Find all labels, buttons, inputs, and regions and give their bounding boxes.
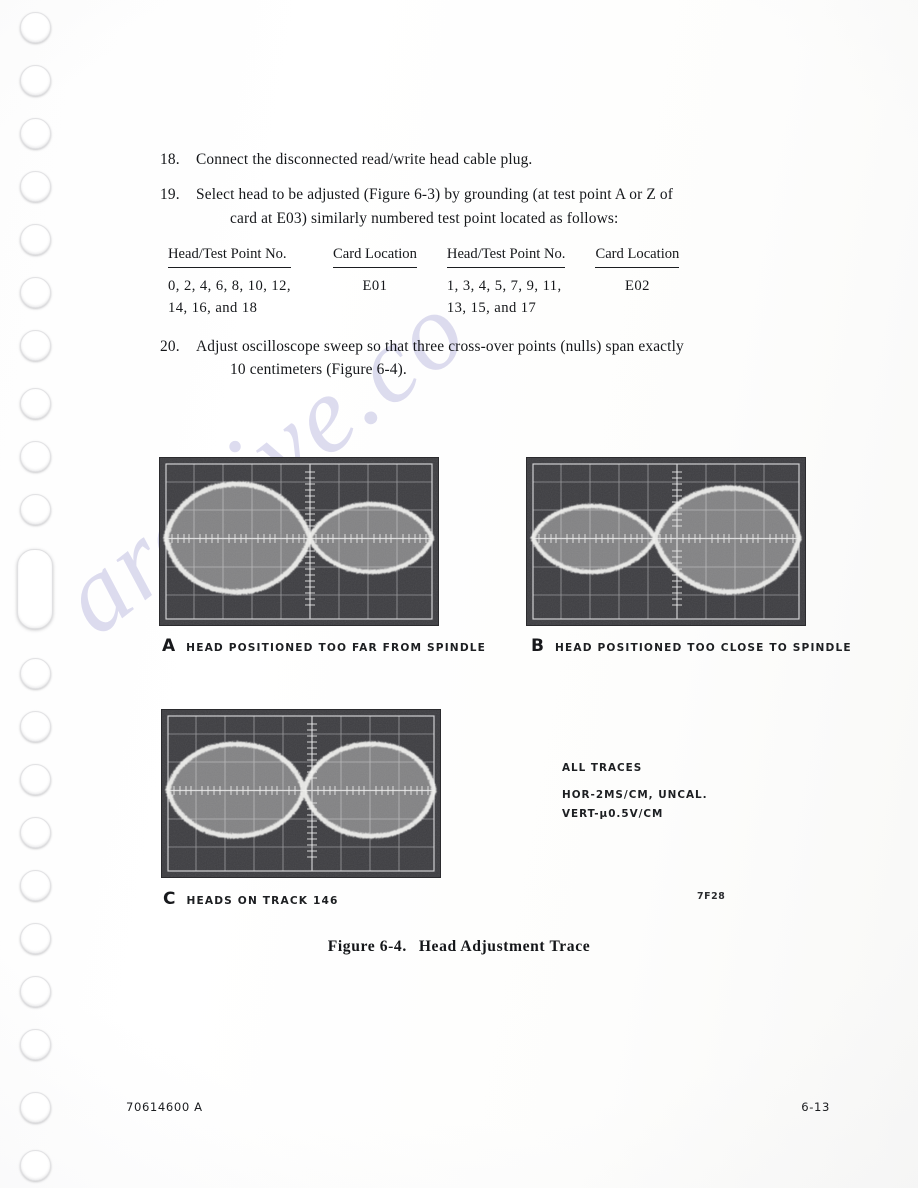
punch-hole	[20, 171, 51, 202]
caption-letter-b: B	[531, 636, 544, 656]
punch-hole	[20, 1150, 51, 1181]
punch-hole	[20, 441, 51, 472]
punch-hole	[20, 870, 51, 901]
settings-vertical: VERT-μ0.5V/CM	[562, 807, 664, 820]
cell-card-location-2: E02	[624, 278, 650, 295]
punch-slot	[17, 549, 53, 629]
scope-trace-b-svg	[527, 458, 805, 625]
cell-line: 1, 3, 4, 5, 7, 9, 11,	[446, 278, 562, 295]
column-header-card-location-1: Card Location	[333, 244, 417, 273]
column-spacer	[291, 244, 333, 273]
step-number: 19.	[160, 186, 180, 204]
caption-c: C HEADS ON TRACK 146	[163, 889, 339, 909]
step-number: 18.	[160, 151, 180, 168]
column-header-head-test-point-2: Head/Test Point No.	[446, 244, 566, 273]
step-text: Connect the disconnected read/write head…	[196, 148, 820, 171]
cell-spacer	[417, 273, 447, 318]
cell-line: 14, 16, and 18	[168, 299, 258, 316]
step-line: Select head to be adjusted (Figure 6-3) …	[196, 186, 674, 204]
punch-hole	[20, 494, 51, 525]
figure-title: Figure 6-4. Head Adjustment Trace	[0, 938, 918, 956]
figure-title-number: Figure 6-4.	[327, 938, 407, 955]
column-header-label: Card Location	[333, 244, 417, 269]
step-text: Select head to be adjusted (Figure 6-3) …	[196, 183, 820, 230]
table: Head/Test Point No. Card Location Head/T…	[168, 244, 680, 318]
oscilloscope-screen-c	[162, 710, 440, 877]
punch-hole	[20, 976, 51, 1007]
step-20: 20. Adjust oscilloscope sweep so that th…	[160, 335, 820, 382]
cell-line: 0, 2, 4, 6, 8, 10, 12,	[168, 278, 292, 295]
punch-hole	[20, 388, 51, 419]
oscilloscope-screen-b	[527, 458, 805, 625]
cell-spacer	[565, 273, 595, 318]
punch-hole	[20, 12, 51, 43]
caption-letter-a: A	[162, 636, 176, 656]
caption-letter-c: C	[163, 889, 176, 909]
table-header-row: Head/Test Point No. Card Location Head/T…	[168, 244, 680, 273]
caption-b: B HEAD POSITIONED TOO CLOSE TO SPINDLE	[531, 636, 852, 656]
scope-photo-b	[527, 458, 805, 625]
step-text: Adjust oscilloscope sweep so that three …	[196, 335, 820, 382]
caption-a: A HEAD POSITIONED TOO FAR FROM SPINDLE	[162, 636, 486, 656]
punch-hole	[20, 764, 51, 795]
punch-hole	[20, 224, 51, 255]
cell-line: 13, 15, and 17	[446, 299, 537, 316]
punch-hole	[20, 65, 51, 96]
caption-text-a: HEAD POSITIONED TOO FAR FROM SPINDLE	[186, 642, 487, 654]
punch-hole	[20, 277, 51, 308]
cell-head-test-points-1: 0, 2, 4, 6, 8, 10, 12, 14, 16, and 18	[168, 273, 291, 318]
scope-trace-c-svg	[162, 710, 440, 877]
page-number: 6-13	[801, 1100, 830, 1114]
photo-reference-code: 7F28	[697, 891, 726, 902]
settings-horizontal: HOR-2MS/CM, UNCAL.	[562, 789, 708, 802]
punch-hole	[20, 817, 51, 848]
punch-hole	[20, 1029, 51, 1060]
step-number: 20.	[160, 337, 180, 355]
document-number: 70614600 A	[126, 1100, 203, 1114]
figure-title-text: Head Adjustment Trace	[418, 938, 591, 955]
step-line: 10 centimeters (Figure 6-4).	[230, 361, 407, 379]
punch-hole	[20, 923, 51, 954]
step-19: 19. Select head to be adjusted (Figure 6…	[160, 183, 820, 230]
table-row: 0, 2, 4, 6, 8, 10, 12, 14, 16, and 18 E0…	[168, 273, 679, 318]
cell-card-location-1: E01	[362, 278, 388, 295]
step-line: Connect the disconnected read/write head…	[196, 151, 533, 168]
step-line: Adjust oscilloscope sweep so that three …	[196, 337, 684, 355]
caption-text-b: HEAD POSITIONED TOO CLOSE TO SPINDLE	[554, 642, 852, 654]
oscilloscope-screen-a	[160, 458, 438, 625]
column-header-card-location-2: Card Location	[595, 244, 680, 273]
scanned-page: archive.co 18. Connect the disconnected …	[0, 0, 918, 1188]
procedure-steps: 18. Connect the disconnected read/write …	[160, 148, 820, 394]
column-header-label: Head/Test Point No.	[168, 244, 292, 269]
punch-hole	[20, 118, 51, 149]
scope-photo-a	[160, 458, 438, 625]
head-test-point-table: Head/Test Point No. Card Location Head/T…	[168, 244, 820, 318]
page-footer: 70614600 A 6-13	[0, 1100, 918, 1120]
column-header-label: Head/Test Point No.	[446, 244, 566, 269]
step-line: card at E03) similarly numbered test poi…	[230, 209, 619, 227]
cell-head-test-points-2: 1, 3, 4, 5, 7, 9, 11, 13, 15, and 17	[447, 273, 566, 318]
scope-settings-annotation: ALL TRACES HOR-2MS/CM, UNCAL. VERT-μ0.5V…	[562, 763, 708, 827]
column-spacer	[565, 244, 595, 273]
cell-spacer	[291, 273, 333, 318]
column-spacer	[417, 244, 447, 273]
step-18: 18. Connect the disconnected read/write …	[160, 148, 820, 171]
settings-heading: ALL TRACES	[562, 762, 643, 774]
scope-trace-a-svg	[160, 458, 438, 625]
caption-text-c: HEADS ON TRACK 146	[186, 895, 339, 907]
punch-hole	[20, 330, 51, 361]
column-header-label: Card Location	[595, 244, 680, 269]
punch-hole	[20, 711, 51, 742]
binder-hole-margin	[0, 0, 90, 1188]
column-header-head-test-point-1: Head/Test Point No.	[168, 244, 292, 273]
punch-hole	[20, 658, 51, 689]
scope-photo-c	[162, 710, 440, 877]
